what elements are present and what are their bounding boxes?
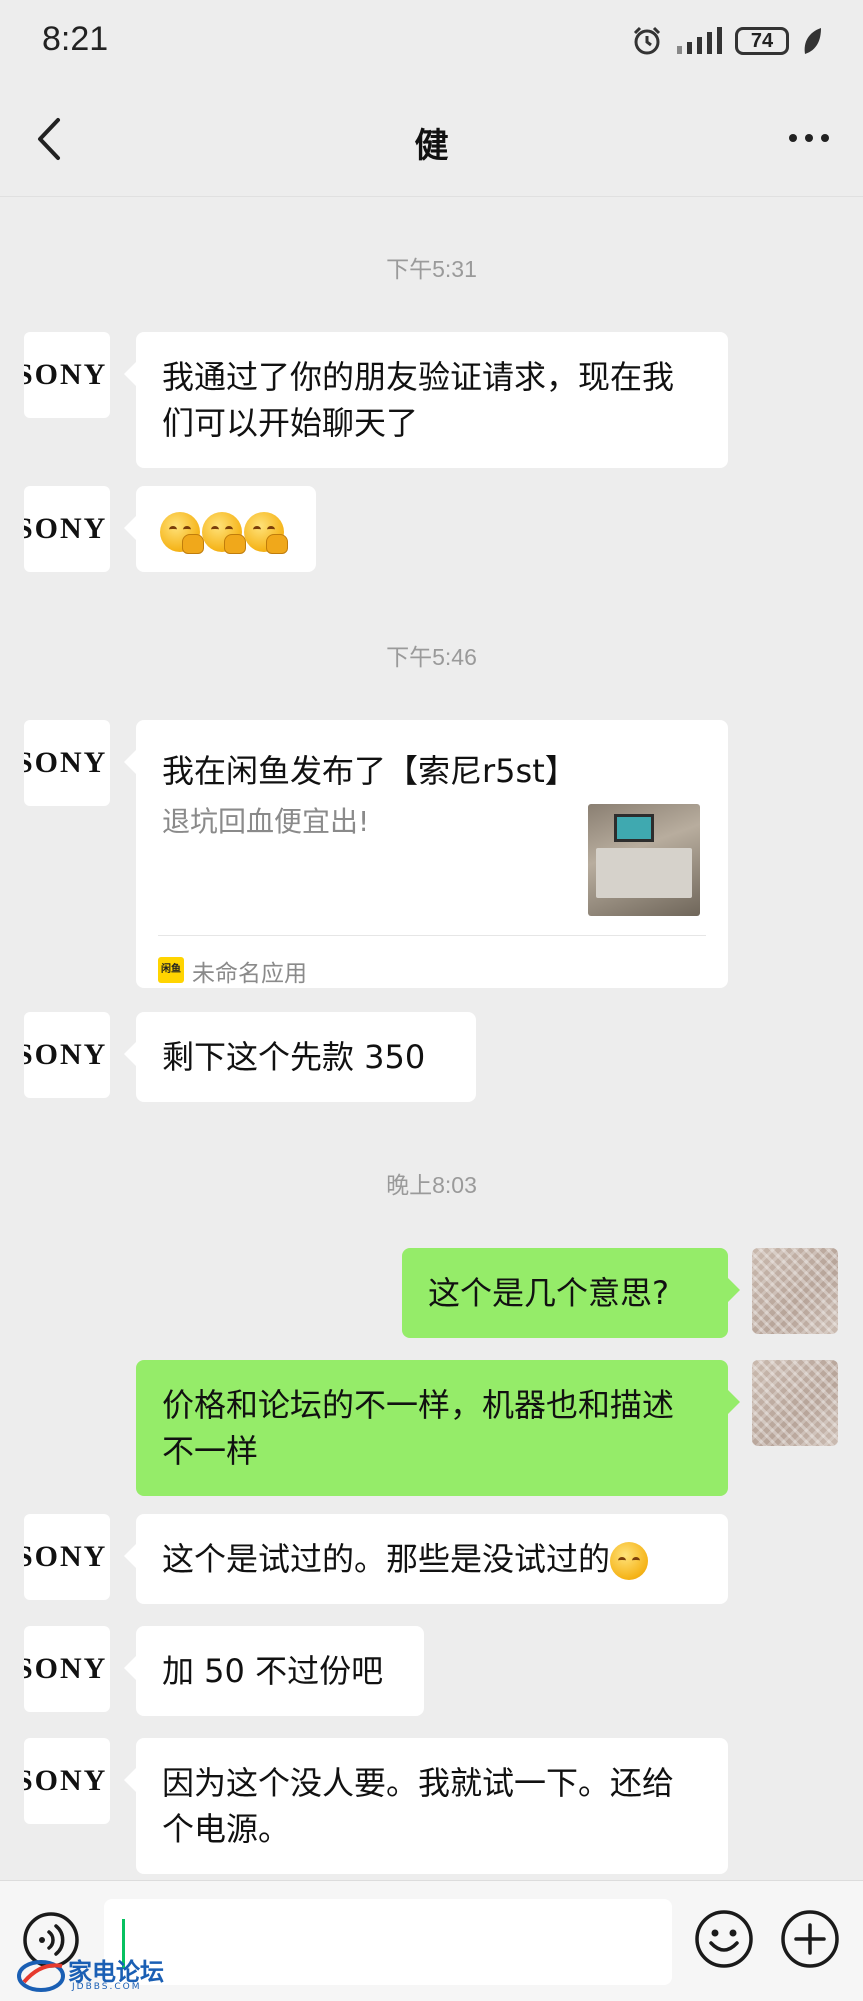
relieved-face-emoji-icon (610, 1542, 649, 1580)
card-divider (158, 935, 706, 936)
avatar[interactable]: SONY (24, 1012, 110, 1098)
avatar[interactable]: SONY (24, 1514, 110, 1600)
shushing-face-emoji-icon (244, 512, 288, 554)
battery-indicator: 74 (735, 27, 789, 55)
card-app-name: 未命名应用 (192, 961, 307, 987)
xianyu-app-icon: 闲鱼 (158, 957, 184, 983)
more-options-icon[interactable] (785, 118, 833, 158)
shushing-face-emoji-icon (202, 512, 246, 554)
status-icons: 74 (631, 22, 823, 60)
avatar[interactable]: SONY (24, 486, 110, 572)
self-avatar[interactable] (752, 1360, 838, 1446)
avatar[interactable]: SONY (24, 1626, 110, 1712)
card-thumbnail (588, 804, 700, 916)
message-bubble[interactable]: 这个是试过的。那些是没试过的 (124, 1514, 728, 1604)
avatar[interactable]: SONY (24, 720, 110, 806)
timestamp: 下午5:46 (386, 644, 477, 670)
sent-message-bubble[interactable]: 价格和论坛的不一样，机器也和描述不一样 (136, 1360, 740, 1496)
chat-header: 健 (0, 84, 863, 197)
message-bubble[interactable]: 因为这个没人要。我就试一下。还给个电源。 (124, 1738, 728, 1874)
leaf-icon (804, 28, 821, 54)
avatar[interactable]: SONY (24, 1738, 110, 1824)
shushing-face-emoji-icon (160, 512, 204, 554)
sent-message-bubble[interactable]: 这个是几个意思? (402, 1248, 740, 1338)
watermark-subtext: JDBBS.COM (72, 1982, 142, 1992)
card-description: 退坑回血便宜出! (162, 805, 370, 838)
message-input[interactable] (104, 1899, 672, 1985)
self-avatar[interactable] (752, 1248, 838, 1334)
timestamp: 晚上8:03 (386, 1172, 477, 1198)
message-text: 这个是试过的。那些是没试过的 (162, 1540, 611, 1578)
message-bubble[interactable]: 我通过了你的朋友验证请求，现在我们可以开始聊天了 (124, 332, 728, 468)
status-time: 8:21 (42, 20, 109, 58)
forum-watermark: 家电论坛 JDBBS.COM (16, 1952, 164, 1996)
emoji-icon[interactable] (694, 1909, 754, 1969)
message-bubble[interactable]: 加 50 不过份吧 (124, 1626, 424, 1716)
shared-listing-card[interactable]: 我在闲鱼发布了【索尼r5st】 退坑回血便宜出! 闲鱼 未命名应用 (124, 720, 728, 988)
watermark-logo-icon (17, 1960, 65, 1992)
status-bar: 8:21 74 (0, 0, 863, 84)
card-title: 我在闲鱼发布了【索尼r5st】 (162, 752, 577, 790)
avatar[interactable]: SONY (24, 332, 110, 418)
message-bubble[interactable]: 剩下这个先款 350 (124, 1012, 476, 1102)
plus-icon[interactable] (780, 1909, 840, 1969)
chat-title: 健 (414, 126, 449, 166)
alarm-icon (633, 26, 661, 55)
emoji-message-bubble[interactable] (124, 486, 316, 572)
signal-icon (677, 27, 722, 54)
timestamp: 下午5:31 (386, 256, 477, 282)
